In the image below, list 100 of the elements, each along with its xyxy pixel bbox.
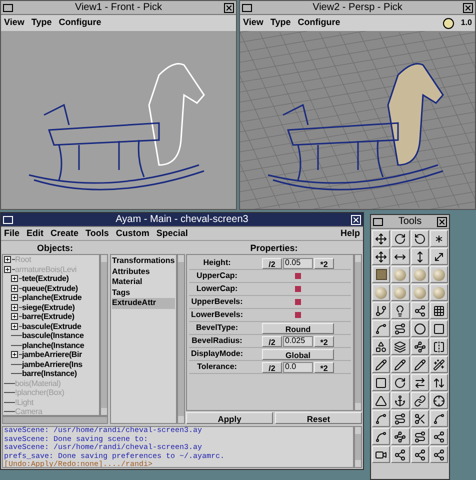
close-icon[interactable] — [437, 216, 447, 226]
tree-item[interactable]: queue(Extrude) — [22, 284, 78, 293]
property-list-item[interactable]: Transformations — [112, 256, 175, 266]
menu-item[interactable]: Help — [340, 226, 360, 240]
expand-icon[interactable] — [11, 294, 18, 302]
tool-button[interactable] — [430, 338, 448, 355]
halve-button[interactable]: /2 — [262, 362, 282, 372]
tool-button[interactable] — [372, 338, 390, 355]
tool-button[interactable] — [430, 248, 448, 265]
tree-item[interactable]: barre(Extrude) — [22, 312, 74, 322]
tool-button[interactable] — [410, 338, 429, 355]
expand-icon[interactable] — [11, 284, 18, 292]
halve-button[interactable]: /2 — [262, 336, 282, 346]
scroll-bar[interactable] — [100, 254, 108, 416]
tool-button[interactable] — [391, 374, 410, 391]
value-field[interactable]: 0.025 — [283, 336, 313, 346]
tool-button[interactable] — [410, 356, 429, 373]
expand-icon[interactable] — [11, 351, 18, 358]
tool-button[interactable] — [372, 410, 390, 427]
tool-button[interactable] — [372, 392, 390, 409]
tool-button[interactable] — [372, 320, 390, 337]
tool-button[interactable] — [410, 302, 429, 319]
tool-button[interactable] — [391, 356, 410, 373]
tree-item[interactable]: jambeArriere(Bir — [22, 350, 82, 360]
double-button[interactable]: *2 — [314, 258, 334, 268]
double-button[interactable]: *2 — [314, 336, 334, 346]
tool-button[interactable] — [430, 392, 448, 409]
front-viewport[interactable] — [1, 31, 236, 209]
menu-item[interactable]: File — [4, 226, 20, 240]
checkbox[interactable] — [295, 312, 301, 318]
reset-button[interactable]: Reset — [275, 412, 362, 424]
tool-button[interactable] — [391, 248, 410, 265]
close-icon[interactable] — [463, 2, 473, 12]
tool-button[interactable] — [391, 410, 410, 427]
property-list-item[interactable]: ExtrudeAttr — [112, 298, 175, 308]
tool-button[interactable] — [391, 428, 410, 445]
window-menu-icon[interactable] — [242, 4, 252, 12]
halve-button[interactable]: /2 — [262, 258, 282, 268]
apply-button[interactable]: Apply — [186, 412, 273, 424]
menu-item[interactable]: Configure — [58, 16, 102, 30]
tool-button[interactable] — [410, 320, 429, 337]
tool-button[interactable] — [391, 230, 410, 247]
menu-item[interactable]: Type — [31, 16, 52, 30]
tool-button[interactable] — [391, 320, 410, 337]
window-menu-icon[interactable] — [3, 4, 13, 12]
tool-button[interactable] — [391, 338, 410, 355]
close-icon[interactable] — [224, 2, 234, 12]
double-button[interactable]: *2 — [314, 362, 334, 372]
value-field[interactable]: 0.0 — [283, 362, 313, 372]
tool-button[interactable] — [391, 302, 410, 319]
tree-item[interactable]: planche(Extrude — [22, 293, 82, 302]
property-list-item[interactable]: Tags — [112, 288, 175, 298]
tool-button[interactable] — [372, 266, 390, 283]
tool-button[interactable] — [410, 374, 429, 391]
tool-button[interactable] — [430, 302, 448, 319]
tool-button[interactable] — [410, 428, 429, 445]
tree-item[interactable]: jambeArriere(Ins — [22, 360, 82, 369]
tool-button[interactable] — [430, 356, 448, 373]
expand-icon[interactable] — [4, 266, 11, 273]
tool-button[interactable] — [410, 410, 429, 427]
tree-item[interactable]: tete(Extrude) — [22, 274, 69, 284]
value-field[interactable]: 0.05 — [283, 258, 313, 268]
window-menu-icon[interactable] — [373, 218, 383, 226]
checkbox[interactable] — [295, 286, 301, 292]
tool-button[interactable] — [391, 446, 410, 463]
expand-icon[interactable] — [11, 304, 18, 311]
menu-item[interactable]: View — [243, 16, 264, 30]
expand-icon[interactable] — [11, 275, 18, 282]
menu-item[interactable]: View — [4, 16, 24, 30]
tool-button[interactable] — [410, 230, 429, 247]
option-menu[interactable]: Global — [262, 348, 334, 360]
tool-button[interactable] — [372, 374, 390, 391]
tree-item[interactable]: barre(Instance) — [22, 369, 77, 378]
scroll-bar[interactable] — [354, 426, 362, 468]
tool-button[interactable] — [410, 446, 429, 463]
tree-item[interactable]: bascule(Instance — [22, 331, 84, 340]
tool-button[interactable] — [430, 428, 448, 445]
expand-icon[interactable] — [11, 322, 18, 330]
tool-button[interactable] — [430, 320, 448, 337]
tool-button[interactable] — [430, 410, 448, 427]
expand-icon[interactable] — [11, 313, 18, 320]
menu-item[interactable]: Create — [50, 226, 79, 240]
tool-button[interactable] — [372, 248, 390, 265]
tool-button[interactable] — [430, 446, 448, 463]
property-list-item[interactable]: Attributes — [112, 266, 175, 277]
expand-icon[interactable] — [4, 256, 11, 264]
menu-item[interactable]: Tools — [86, 226, 109, 240]
menu-item[interactable]: Edit — [26, 226, 44, 240]
tool-button[interactable] — [391, 392, 410, 409]
checkbox[interactable] — [295, 299, 301, 305]
tool-button[interactable] — [372, 446, 390, 463]
menu-item[interactable]: Special — [156, 226, 188, 240]
menu-item[interactable]: Type — [270, 16, 291, 30]
tool-button[interactable] — [372, 428, 390, 445]
tool-button[interactable] — [372, 230, 390, 247]
option-menu[interactable]: Round — [262, 322, 334, 334]
tree-item[interactable]: bascule(Extrude — [22, 322, 82, 331]
scroll-bar[interactable] — [2, 416, 108, 424]
scroll-bar[interactable] — [354, 254, 362, 411]
tree-item[interactable]: planche(Instance — [22, 340, 84, 350]
